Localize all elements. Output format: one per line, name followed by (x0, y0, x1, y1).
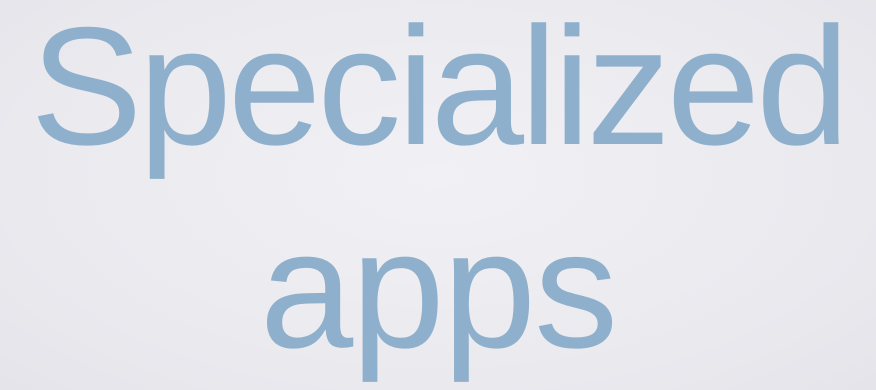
slide-title-line-1: Specialized (30, 0, 849, 180)
slide-canvas: Specialized apps (0, 0, 876, 390)
slide-title-line-2: apps (259, 195, 618, 383)
